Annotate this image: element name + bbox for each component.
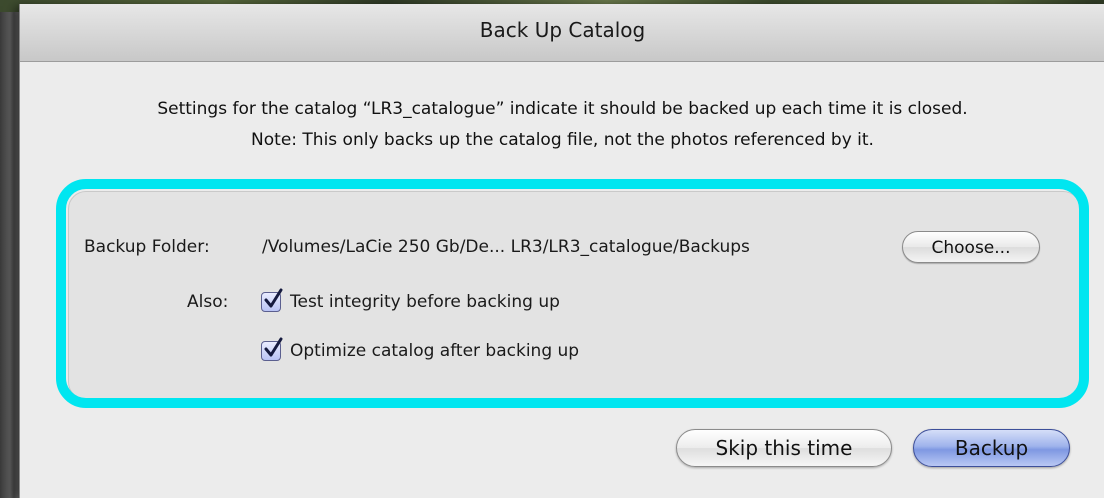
test-integrity-checkbox[interactable] [261,288,283,312]
checkmark-icon [264,337,283,357]
optimize-catalog-option[interactable]: Optimize catalog after backing up [261,337,580,362]
dialog-title: Back Up Catalog [479,18,646,42]
checkmark-icon [264,288,283,308]
also-label: Also: [187,292,229,312]
optimize-catalog-checkbox[interactable] [261,337,283,361]
optimize-catalog-label: Optimize catalog after backing up [290,341,580,361]
backup-folder-label: Backup Folder: [84,237,210,257]
choose-folder-button[interactable]: Choose... [902,231,1040,263]
skip-this-time-button[interactable]: Skip this time [676,429,892,467]
backup-button[interactable]: Backup [913,429,1070,467]
backup-folder-path: /Volumes/LaCie 250 Gb/De... LR3/LR3_cata… [262,237,750,257]
test-integrity-label: Test integrity before backing up [290,292,560,312]
dialog-message-line1: Settings for the catalog “LR3_catalogue”… [157,99,968,119]
backup-catalog-dialog: Back Up Catalog Settings for the catalog… [19,4,1104,498]
dialog-titlebar: Back Up Catalog [20,4,1104,62]
test-integrity-option[interactable]: Test integrity before backing up [261,288,560,313]
dialog-message-line2: Note: This only backs up the catalog fil… [251,130,874,150]
